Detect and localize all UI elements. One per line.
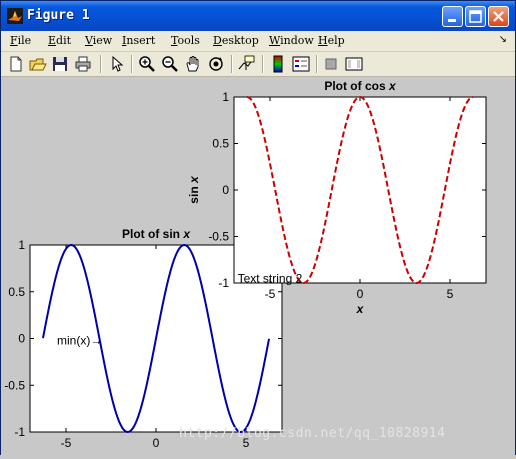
menu-window[interactable]: Window	[269, 34, 314, 47]
window-title: Figure 1	[27, 8, 90, 23]
x-tick-label: 0	[357, 287, 364, 301]
figure-plots: -1 -0.5 0 0.5 1 -5 0 5 min(x)→ Plot of sin x -1 -0.…	[4, 79, 487, 450]
new-figure-icon[interactable]	[6, 54, 26, 74]
menu-desktop-label: esktop	[221, 34, 259, 47]
y-tick-label: 1	[18, 238, 25, 252]
plot-area	[233, 96, 487, 284]
x-tick-label: -5	[61, 436, 72, 450]
menu-view[interactable]: View	[85, 34, 112, 47]
watermark-text: http://blog.csdn.net/qq_10828914	[179, 426, 446, 441]
axes-title: Plot of cos x	[324, 79, 397, 93]
y-tick-label: 1	[222, 90, 229, 104]
figure-canvas[interactable]: -1 -0.5 0 0.5 1 -5 0 5 min(x)→ Plot of sin x -1 -0.…	[1, 77, 515, 455]
menu-insert[interactable]: Insert	[122, 34, 155, 47]
menu-desktop-key: D	[213, 34, 222, 47]
pan-hand-icon[interactable]	[183, 54, 203, 74]
x-tick-label: -5	[265, 287, 276, 301]
minimize-icon	[448, 19, 456, 22]
show-plot-tools-icon[interactable]	[344, 54, 364, 74]
menu-window-key: W	[269, 34, 281, 47]
save-icon[interactable]	[50, 54, 70, 74]
menu-help-key: H	[318, 34, 328, 47]
y-tick-label: -0.5	[4, 378, 25, 392]
y-tick-label: 0	[18, 332, 25, 346]
menu-insert-label: nsert	[126, 34, 156, 47]
menu-tools-label: ools	[177, 34, 200, 47]
rotate-3d-icon[interactable]	[206, 54, 226, 74]
figure-toolbar	[1, 52, 515, 77]
dock-figure-icon[interactable]: ↘	[499, 34, 507, 45]
select-arrow-icon[interactable]	[107, 54, 127, 74]
title-bar[interactable]: Figure 1	[1, 1, 515, 31]
menu-file[interactable]: File	[10, 34, 31, 47]
axes-title: Plot of sin x	[122, 227, 191, 241]
zoom-in-icon[interactable]	[137, 54, 157, 74]
x-axis-label: x	[356, 302, 365, 316]
x-tick-label: 0	[153, 436, 160, 450]
menu-bar: File Edit View Insert Tools Desktop Wind…	[1, 31, 515, 52]
menu-tools[interactable]: Tools	[171, 34, 200, 47]
annotation-text: min(x)→	[57, 333, 102, 347]
print-icon[interactable]	[73, 54, 93, 74]
menu-view-key: V	[85, 34, 93, 47]
hide-plot-tools-icon[interactable]	[321, 54, 341, 74]
menu-window-label: indow	[280, 34, 314, 47]
maximize-icon	[469, 10, 482, 23]
annotation-text: Text string 2	[238, 271, 303, 285]
menu-desktop[interactable]: Desktop	[213, 34, 259, 47]
close-icon	[493, 11, 504, 22]
menu-edit[interactable]: Edit	[48, 34, 71, 47]
zoom-out-icon[interactable]	[160, 54, 180, 74]
menu-help-label: elp	[327, 34, 345, 47]
maximize-button[interactable]	[465, 6, 486, 27]
menu-file-label: ile	[17, 34, 32, 47]
menu-file-key: F	[10, 34, 18, 47]
open-file-icon[interactable]	[28, 54, 48, 74]
legend-icon[interactable]	[291, 54, 311, 74]
y-tick-label: 0.5	[8, 285, 25, 299]
y-tick-label: 0	[222, 183, 229, 197]
y-axis-label: sin x	[187, 175, 201, 204]
colorbar-icon[interactable]	[268, 54, 288, 74]
x-tick-label: 5	[447, 287, 454, 301]
y-tick-label: -1	[14, 425, 25, 439]
menu-edit-label: dit	[56, 34, 72, 47]
y-tick-label: 0.5	[212, 137, 229, 151]
menu-edit-key: E	[48, 34, 57, 47]
y-tick-label: -0.5	[208, 230, 229, 244]
figure-window: Figure 1 File Edit View Insert Tools Des…	[0, 0, 516, 455]
data-cursor-icon[interactable]	[236, 54, 256, 74]
y-tick-label: -1	[218, 276, 229, 290]
menu-view-label: iew	[92, 34, 113, 47]
close-button[interactable]	[488, 6, 509, 27]
menu-help[interactable]: Help	[318, 34, 345, 47]
matlab-logo-icon	[7, 8, 23, 24]
minimize-button[interactable]	[442, 6, 463, 27]
